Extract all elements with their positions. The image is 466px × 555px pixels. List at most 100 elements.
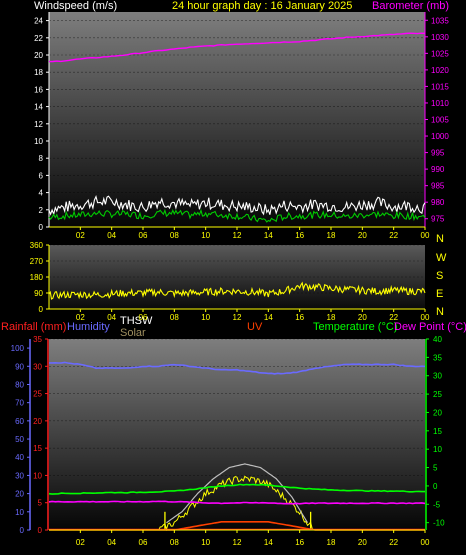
x-tick-label: 02 [76,231,85,240]
x-tick-label: 08 [170,313,179,322]
temperature-tick-label: 30 [433,372,442,381]
barometer-tick-label: 980 [431,198,445,207]
temperature-tick-label: 15 [433,427,442,436]
x-tick-label: 02 [76,313,85,322]
barometer-tick-label: 1010 [431,99,449,108]
barometer-tick-label: 1015 [431,82,449,91]
compass-label: S [436,270,443,282]
temperature-tick-label: 0 [433,482,438,491]
barometer-tick-label: 985 [431,182,445,191]
barometer-tick-label: 1005 [431,116,449,125]
x-tick-label: 06 [139,231,148,240]
x-tick-label: 22 [389,313,398,322]
wind-tick-label: 10 [34,137,43,146]
humidity-tick-label: 90 [15,362,24,371]
humidity-tick-label: 30 [15,471,24,480]
wind-tick-label: 18 [34,68,43,77]
thsw-label: THSW [120,315,153,327]
humidity-tick-label: 50 [15,435,24,444]
temperature-tick-label: -10 [433,519,445,528]
x-tick-label: 06 [139,538,148,547]
humidity-tick-label: 100 [11,344,25,353]
barometer-tick-label: 1020 [431,66,449,75]
humidity-tick-label: 80 [15,380,24,389]
rainfall-tick-label: 0 [38,526,43,535]
compass-label: N [436,306,444,318]
compass-label: E [436,288,443,300]
barometer-axis-title: Barometer (mb) [372,0,449,12]
windspeed-axis-title: Windspeed (m/s) [34,0,117,12]
temperature-tick-label: 35 [433,353,442,362]
direction-tick-label: 90 [34,289,43,298]
wind-tick-label: 0 [39,223,44,232]
barometer-tick-label: 995 [431,149,445,158]
solar-label: Solar [120,327,146,339]
x-tick-label: 10 [201,313,210,322]
x-tick-label: 20 [358,538,367,547]
dew-point-label: Dew Point (°C) [394,321,466,333]
x-tick-label: 12 [233,231,242,240]
x-tick-label: 12 [233,313,242,322]
barometer-tick-label: 1035 [431,16,449,25]
x-tick-label: 16 [295,538,304,547]
rainfall-tick-label: 35 [33,335,42,344]
wind-tick-label: 8 [39,154,44,163]
temperature-tick-label: 5 [433,464,438,473]
x-tick-label: 08 [170,538,179,547]
barometer-tick-label: 1030 [431,33,449,42]
direction-tick-label: 360 [30,241,44,250]
barometer-tick-label: 1000 [431,132,449,141]
wind-tick-label: 12 [34,120,43,129]
humidity-tick-label: 40 [15,453,24,462]
humidity-tick-label: 10 [15,508,24,517]
rainfall-label: Rainfall (mm) [1,321,66,333]
x-tick-label: 12 [233,538,242,547]
humidity-tick-label: 20 [15,490,24,499]
x-tick-label: 20 [358,313,367,322]
compass-label: N [436,233,444,245]
wind-tick-label: 2 [39,206,44,215]
x-tick-label: 14 [264,538,273,547]
compass-label: W [436,252,447,264]
barometer-tick-label: 1025 [431,49,449,58]
humidity-label: Humidity [67,321,110,333]
x-tick-label: 00 [421,231,430,240]
x-tick-label: 10 [201,538,210,547]
wind-tick-label: 6 [39,171,44,180]
direction-tick-label: 180 [30,273,44,282]
barometer-tick-label: 975 [431,215,445,224]
x-tick-label: 18 [327,538,336,547]
x-tick-label: 10 [201,231,210,240]
wind-tick-label: 4 [39,189,44,198]
barometer-tick-label: 990 [431,165,445,174]
rainfall-tick-label: 25 [33,390,42,399]
rainfall-tick-label: 20 [33,417,42,426]
x-tick-label: 16 [295,231,304,240]
humidity-tick-label: 70 [15,399,24,408]
uv-label: UV [247,321,263,333]
x-tick-label: 00 [421,538,430,547]
temperature-tick-label: 20 [433,408,442,417]
x-tick-label: 16 [295,313,304,322]
x-tick-label: 22 [389,538,398,547]
temperature-tick-label: 25 [433,390,442,399]
x-tick-label: 08 [170,231,179,240]
graph-canvas: Windspeed (m/s) 24 hour graph day : 16 J… [1,0,466,547]
humidity-tick-label: 0 [20,526,25,535]
x-tick-label: 22 [389,231,398,240]
rainfall-tick-label: 15 [33,444,42,453]
rainfall-tick-label: 5 [38,499,43,508]
wind-tick-label: 24 [34,17,43,26]
chart-title: 24 hour graph day : 16 January 2025 [172,0,352,12]
wind-tick-label: 20 [34,51,43,60]
x-tick-label: 14 [264,313,273,322]
x-tick-label: 14 [264,231,273,240]
x-tick-label: 18 [327,231,336,240]
temperature-tick-label: -5 [433,500,441,509]
wind-tick-label: 22 [34,34,43,43]
x-tick-label: 06 [139,313,148,322]
x-tick-label: 20 [358,231,367,240]
x-tick-label: 18 [327,313,336,322]
x-tick-label: 00 [421,313,430,322]
x-tick-label: 02 [76,538,85,547]
